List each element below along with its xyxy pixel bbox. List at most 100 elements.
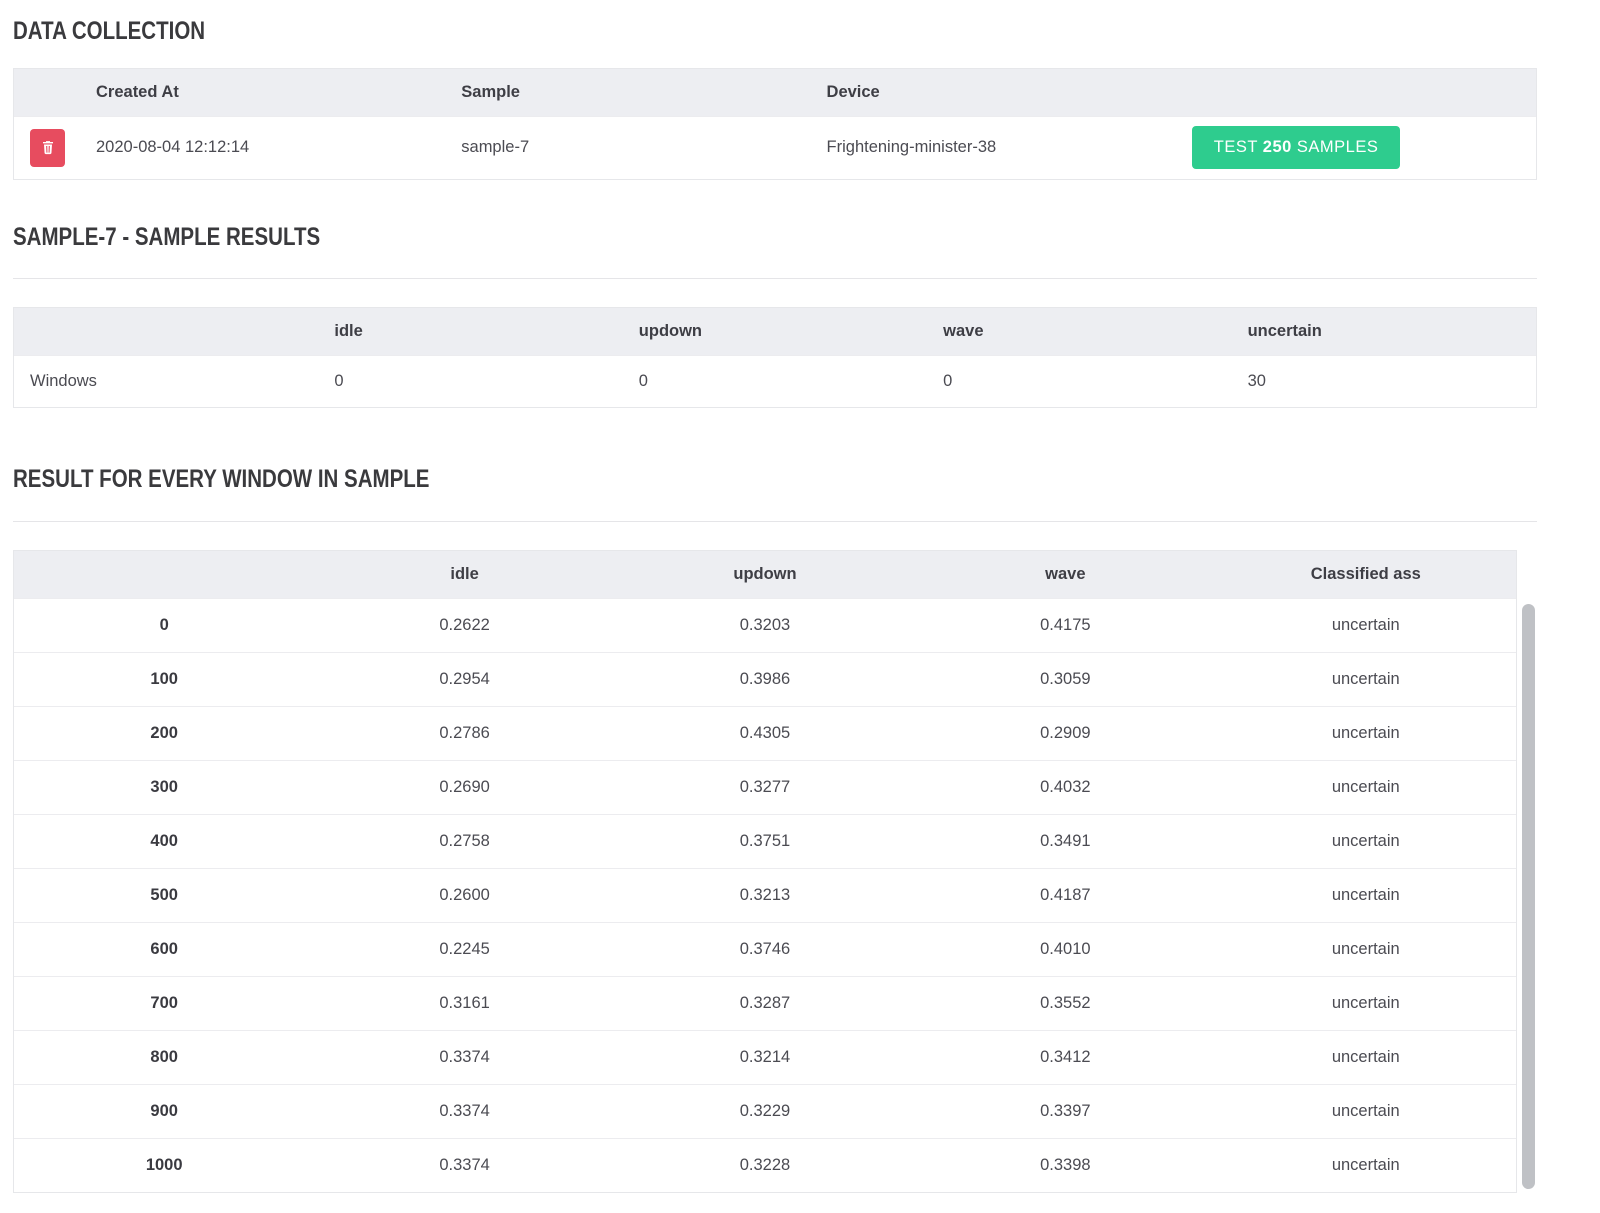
- updown-value-cell: 0.3986: [615, 652, 915, 706]
- table-row: 2020-08-04 12:12:14 sample-7 Frightening…: [14, 116, 1536, 179]
- updown-value-cell: 0.4305: [615, 706, 915, 760]
- sample-cell: sample-7: [445, 116, 810, 179]
- idle-value-cell: 0.3374: [314, 1084, 614, 1138]
- test-button-count: 250: [1263, 138, 1292, 156]
- wave-value-cell: 0.3491: [915, 814, 1215, 868]
- window-results-title: RESULT FOR EVERY WINDOW IN SAMPLE: [13, 466, 1263, 494]
- idle-value-cell: 0.2758: [314, 814, 614, 868]
- data-collection-header-row: Created At Sample Device: [14, 69, 1536, 116]
- window-results-header-row: idle updown wave Classified ass: [14, 551, 1516, 598]
- idle-value-cell: 0.2600: [314, 868, 614, 922]
- column-header-updown: updown: [623, 308, 927, 355]
- table-row: 500 0.2600 0.3213 0.4187 uncertain: [14, 868, 1516, 922]
- idle-value-cell: 0.2245: [314, 922, 614, 976]
- idle-value-cell: 0.2954: [314, 652, 614, 706]
- table-row: 900 0.3374 0.3229 0.3397 uncertain: [14, 1084, 1516, 1138]
- updown-value-cell: 0.3228: [615, 1138, 915, 1192]
- table-row: 800 0.3374 0.3214 0.3412 uncertain: [14, 1030, 1516, 1084]
- column-header-wave: wave: [927, 308, 1231, 355]
- column-header-updown: updown: [615, 551, 915, 598]
- window-offset-cell: 0: [14, 598, 314, 652]
- empty-header-cell: [14, 308, 318, 355]
- window-offset-cell: 700: [14, 976, 314, 1030]
- updown-value-cell: 0.3229: [615, 1084, 915, 1138]
- column-header-wave: wave: [915, 551, 1215, 598]
- test-button-suffix: SAMPLES: [1292, 138, 1379, 156]
- column-header-idle: idle: [314, 551, 614, 598]
- delete-cell: [14, 116, 80, 179]
- wave-value-cell: 0.4175: [915, 598, 1215, 652]
- wave-value-cell: 0.3552: [915, 976, 1215, 1030]
- table-row: 1000 0.3374 0.3228 0.3398 uncertain: [14, 1138, 1516, 1192]
- empty-header-cell: [14, 69, 80, 116]
- classified-value-cell: uncertain: [1216, 1084, 1516, 1138]
- window-offset-cell: 600: [14, 922, 314, 976]
- idle-value-cell: 0.2690: [314, 760, 614, 814]
- sample-results-table: idle updown wave uncertain Windows 0 0 0…: [13, 307, 1537, 408]
- classified-value-cell: uncertain: [1216, 760, 1516, 814]
- classified-value-cell: uncertain: [1216, 868, 1516, 922]
- window-offset-cell: 1000: [14, 1138, 314, 1192]
- wave-value-cell: 0.2909: [915, 706, 1215, 760]
- classified-value-cell: uncertain: [1216, 598, 1516, 652]
- table-row: 100 0.2954 0.3986 0.3059 uncertain: [14, 652, 1516, 706]
- column-header-classified: Classified ass: [1216, 551, 1516, 598]
- idle-value-cell: 0.2622: [314, 598, 614, 652]
- table-row: 600 0.2245 0.3746 0.4010 uncertain: [14, 922, 1516, 976]
- trash-icon: [40, 139, 56, 156]
- window-results-scroll-container: idle updown wave Classified ass 0 0.2622…: [13, 550, 1537, 1193]
- column-header-uncertain: uncertain: [1232, 308, 1536, 355]
- window-offset-cell: 900: [14, 1084, 314, 1138]
- wave-value-cell: 0.4010: [915, 922, 1215, 976]
- updown-value-cell: 0.3213: [615, 868, 915, 922]
- wave-value-cell: 0.4187: [915, 868, 1215, 922]
- classified-value-cell: uncertain: [1216, 1030, 1516, 1084]
- column-header-sample: Sample: [445, 69, 810, 116]
- created-at-cell: 2020-08-04 12:12:14: [80, 116, 445, 179]
- row-label-cell: Windows: [14, 355, 318, 407]
- updown-value-cell: 0.3746: [615, 922, 915, 976]
- classified-value-cell: uncertain: [1216, 922, 1516, 976]
- scrollbar-thumb[interactable]: [1522, 604, 1535, 1189]
- window-offset-cell: 800: [14, 1030, 314, 1084]
- data-collection-title: DATA COLLECTION: [13, 18, 1263, 46]
- window-offset-cell: 200: [14, 706, 314, 760]
- classified-value-cell: uncertain: [1216, 1138, 1516, 1192]
- data-collection-table: Created At Sample Device 2020-: [13, 68, 1537, 180]
- table-row: 200 0.2786 0.4305 0.2909 uncertain: [14, 706, 1516, 760]
- table-row: 700 0.3161 0.3287 0.3552 uncertain: [14, 976, 1516, 1030]
- updown-value-cell: 0.3287: [615, 976, 915, 1030]
- column-header-idle: idle: [318, 308, 622, 355]
- test-samples-cell: TEST 250 SAMPLES: [1176, 116, 1536, 179]
- sample-results-header-row: idle updown wave uncertain: [14, 308, 1536, 355]
- window-results-body: 0 0.2622 0.3203 0.4175 uncertain 100 0.2…: [14, 598, 1516, 1192]
- classified-value-cell: uncertain: [1216, 976, 1516, 1030]
- test-samples-button[interactable]: TEST 250 SAMPLES: [1192, 126, 1401, 169]
- idle-value-cell: 0.3374: [314, 1138, 614, 1192]
- wave-value-cell: 0.3397: [915, 1084, 1215, 1138]
- divider: [13, 521, 1537, 522]
- uncertain-count-cell: 30: [1232, 355, 1536, 407]
- wave-value-cell: 0.3412: [915, 1030, 1215, 1084]
- test-button-prefix: TEST: [1214, 138, 1263, 156]
- idle-value-cell: 0.3374: [314, 1030, 614, 1084]
- window-results-table: idle updown wave Classified ass 0 0.2622…: [13, 550, 1517, 1193]
- scrollbar[interactable]: [1522, 604, 1535, 1189]
- wave-value-cell: 0.4032: [915, 760, 1215, 814]
- idle-count-cell: 0: [318, 355, 622, 407]
- updown-value-cell: 0.3751: [615, 814, 915, 868]
- idle-value-cell: 0.3161: [314, 976, 614, 1030]
- sample-results-title: SAMPLE-7 - SAMPLE RESULTS: [13, 224, 1263, 252]
- page: DATA COLLECTION Created At Sample Device: [0, 0, 1600, 1213]
- table-row: 0 0.2622 0.3203 0.4175 uncertain: [14, 598, 1516, 652]
- table-row: 300 0.2690 0.3277 0.4032 uncertain: [14, 760, 1516, 814]
- idle-value-cell: 0.2786: [314, 706, 614, 760]
- empty-header-cell: [1176, 69, 1536, 116]
- wave-value-cell: 0.3398: [915, 1138, 1215, 1192]
- updown-value-cell: 0.3203: [615, 598, 915, 652]
- column-header-created-at: Created At: [80, 69, 445, 116]
- device-cell: Frightening-minister-38: [811, 116, 1176, 179]
- delete-button[interactable]: [30, 129, 65, 167]
- table-row: Windows 0 0 0 30: [14, 355, 1536, 407]
- wave-count-cell: 0: [927, 355, 1231, 407]
